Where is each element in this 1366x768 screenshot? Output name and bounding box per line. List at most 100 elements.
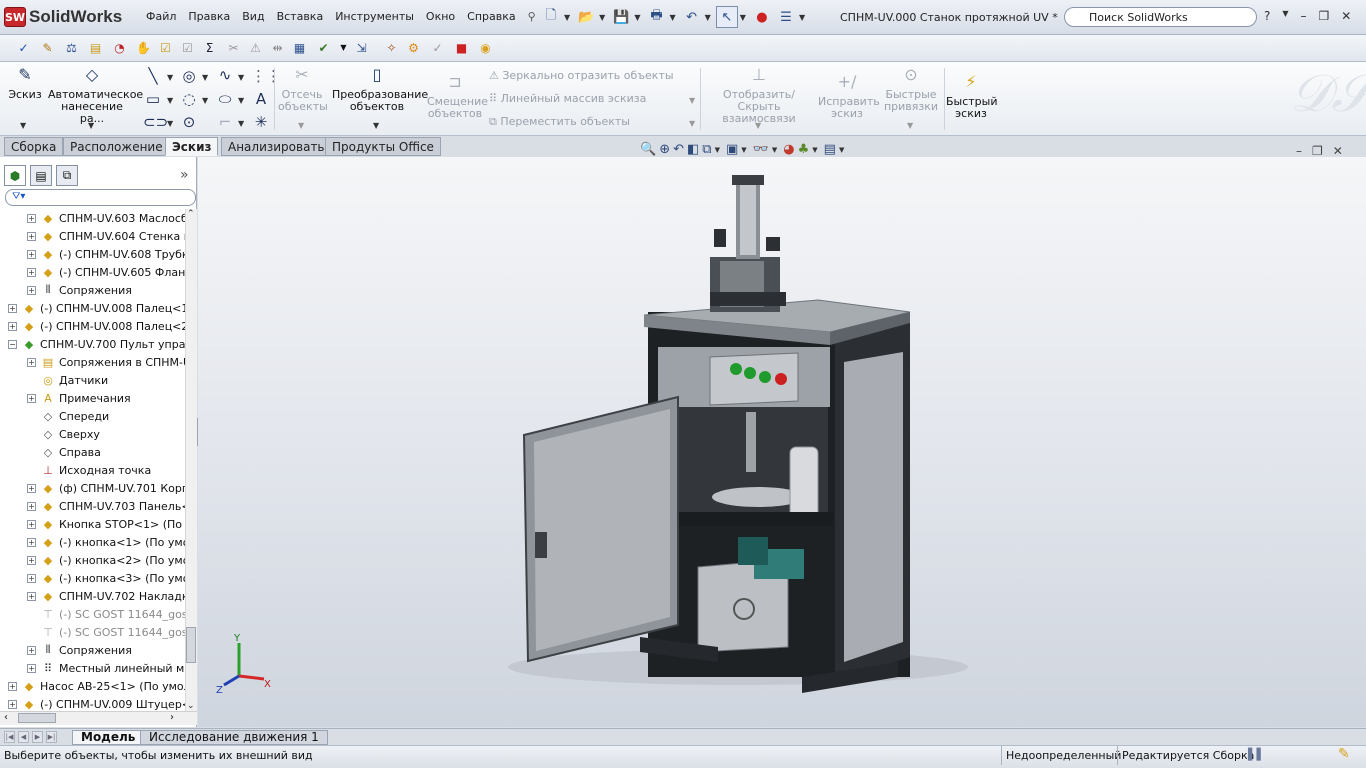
menu-help[interactable]: Справка — [461, 10, 521, 23]
color-squares-icon[interactable]: ■ — [452, 38, 471, 57]
checkbox-grey-icon[interactable]: ☑ — [178, 38, 197, 57]
tree-node[interactable]: + ⫴ Сопряжения — [27, 281, 132, 299]
table-icon[interactable]: ▦ — [290, 38, 309, 57]
line-icon[interactable]: ╲ — [143, 67, 163, 85]
folder-open-icon[interactable]: ▤ — [86, 38, 105, 57]
spline-icon[interactable]: ∿ — [215, 66, 235, 84]
move-entities-button[interactable]: ⧉ Переместить объекты — [489, 115, 630, 129]
tree-node[interactable]: + ◆ СПНМ-UV.603 Маслосбо — [27, 209, 185, 227]
tree-node[interactable]: + ◆ (-) СПНМ-UV.608 Трубк — [27, 245, 185, 263]
feature-manager-tab-icon[interactable]: ⬢ — [4, 165, 26, 186]
save-icon[interactable]: 💾 — [610, 6, 632, 28]
tree-node[interactable]: + ◆ Кнопка STOP<1> (По ум — [27, 515, 185, 533]
section-view-icon[interactable]: ◧ — [687, 142, 699, 157]
convert-entities-button[interactable]: ▯ Преобразование объектов — [332, 67, 428, 113]
move-dropdown[interactable]: ▼ — [689, 119, 695, 128]
expand-icon[interactable]: + — [27, 663, 36, 673]
mirror-entities-button[interactable]: ⚠ Зеркально отразить объекты — [489, 69, 674, 82]
pattern-dropdown[interactable]: ▼ — [689, 96, 695, 105]
expand-icon[interactable]: + — [27, 519, 36, 529]
tree-node[interactable]: + ⠿ Местный линейный мас — [27, 659, 185, 677]
hide-show-dropdown[interactable]: ▼ — [772, 146, 777, 154]
expand-icon[interactable]: + — [27, 249, 36, 259]
apply-scene-icon[interactable]: ♣ — [798, 142, 810, 157]
ellipse-icon[interactable]: ⬭ — [215, 90, 235, 108]
save-dropdown[interactable]: ▼ — [634, 13, 640, 22]
menu-view[interactable]: Вид — [236, 10, 270, 23]
expand-icon[interactable]: + — [27, 573, 36, 583]
doc-minimize-icon[interactable]: – — [1296, 144, 1302, 158]
tree-node[interactable]: + ⫴ Сопряжения — [27, 641, 132, 659]
pencil-tool-icon[interactable]: ✎ — [38, 38, 57, 57]
expand-icon[interactable]: + — [8, 303, 17, 313]
scroll-down-icon[interactable]: ⌄ — [187, 701, 195, 711]
edit-appearance-icon[interactable]: ◕ — [783, 142, 794, 157]
sketch-button[interactable]: ✎ Эскиз — [6, 67, 44, 101]
print-icon[interactable]: 🖶 — [645, 6, 667, 28]
linear-pattern-button[interactable]: ⠿ Линейный массив эскиза — [489, 92, 646, 105]
close-icon[interactable]: ✕ — [1341, 9, 1351, 23]
graphics-area[interactable]: Y X Z — [198, 157, 1366, 727]
tree-node[interactable]: + ◆ (-) СПНМ-UV.009 Штуцер<1 — [8, 695, 185, 711]
display-relations-button[interactable]: ⊥ Отобразить/Скрыть взаимосвязи — [704, 67, 814, 125]
fillet-dropdown[interactable]: ▼ — [238, 119, 244, 128]
tree-node[interactable]: ◇ Спереди — [27, 407, 109, 425]
tree-node[interactable]: + ◆ (-) кнопка<2> (По умол — [27, 551, 185, 569]
previous-view-icon[interactable]: ↶ — [673, 142, 684, 157]
menu-file[interactable]: Файл — [140, 10, 182, 23]
check-circle-icon[interactable]: ✓ — [428, 38, 447, 57]
view-settings-icon[interactable]: ▤ — [824, 142, 836, 157]
horizontal-scroll-thumb[interactable] — [18, 713, 56, 723]
view-settings-dropdown[interactable]: ▼ — [839, 146, 844, 154]
polygon-icon[interactable]: ⊙ — [179, 113, 199, 131]
options-icon[interactable]: ☰ — [775, 6, 797, 28]
tree-node[interactable]: + ◆ СПНМ-UV.702 Накладка — [27, 587, 185, 605]
tree-node[interactable]: + ◆ (ф) СПНМ-UV.701 Корпу — [27, 479, 185, 497]
tab-evaluate[interactable]: Анализировать — [221, 137, 332, 156]
pin-icon[interactable]: ⚲ — [522, 10, 542, 23]
open-folder-icon[interactable]: 📂 — [575, 6, 597, 28]
quick-snaps-button[interactable]: ⊙ Быстрые привязки — [882, 67, 940, 113]
slot-dropdown[interactable]: ▼ — [167, 119, 173, 128]
tree-node[interactable]: + ◆ СПНМ-UV.703 Панель< — [27, 497, 185, 515]
zoom-to-area-icon[interactable]: ⊕ — [659, 142, 670, 157]
rectangle-dropdown[interactable]: ▼ — [167, 96, 173, 105]
trim-dropdown[interactable]: ▼ — [298, 121, 304, 130]
tab-office-products[interactable]: Продукты Office — [325, 137, 441, 156]
expand-icon[interactable]: + — [27, 231, 36, 241]
tree-node[interactable]: − ◆ СПНМ-UV.700 Пульт управ — [8, 335, 185, 353]
configuration-manager-tab-icon[interactable]: ⧉ — [56, 165, 78, 186]
tree-node[interactable]: + ◆ (-) СПНМ-UV.008 Палец<1> — [8, 299, 185, 317]
property-manager-tab-icon[interactable]: ▤ — [30, 165, 52, 186]
cubes-icon[interactable]: ✧ — [382, 38, 401, 57]
expand-icon[interactable]: + — [8, 699, 17, 709]
new-dropdown[interactable]: ▼ — [564, 13, 570, 22]
tree-node[interactable]: ◇ Сверху — [27, 425, 100, 443]
gears-icon[interactable]: ⚙ — [404, 38, 423, 57]
snaps-dropdown[interactable]: ▼ — [907, 121, 913, 130]
sketch-dropdown[interactable]: ▼ — [20, 121, 26, 130]
app-logo[interactable]: SW SolidWorks — [4, 6, 122, 28]
hand-icon[interactable]: ✋ — [134, 38, 153, 57]
tab-assembly[interactable]: Сборка — [4, 137, 64, 156]
tools-icon[interactable]: ✂ — [224, 38, 243, 57]
smart-dimension-button[interactable]: ◇ Автоматическое нанесение ра... — [48, 67, 143, 125]
repair-sketch-button[interactable]: +/ Исправить эскиз — [818, 74, 880, 120]
last-tab-icon[interactable]: ▶| — [46, 731, 57, 743]
expand-icon[interactable]: + — [27, 645, 36, 655]
spell-check-icon[interactable]: ✓ — [14, 38, 33, 57]
assembly-model[interactable] — [198, 157, 1366, 727]
rapid-sketch-button[interactable]: ⚡ Быстрый эскиз — [946, 74, 998, 120]
tree-node[interactable]: + A Примечания — [27, 389, 131, 407]
expand-icon[interactable]: + — [27, 501, 36, 511]
display-style-icon[interactable]: ▣ — [726, 142, 738, 157]
expand-icon[interactable]: + — [27, 555, 36, 565]
tree-scroll-thumb[interactable] — [186, 627, 196, 663]
next-tab-icon[interactable]: ▶ — [32, 731, 43, 743]
circle-dropdown[interactable]: ▼ — [202, 73, 208, 82]
export-icon[interactable]: ⇲ — [352, 38, 371, 57]
rebuild-status-icon[interactable]: ✎ — [1338, 746, 1350, 762]
doc-restore-icon[interactable]: ❐ — [1312, 144, 1323, 158]
scroll-up-icon[interactable]: ⌃ — [187, 209, 195, 219]
globe-icon[interactable]: ◉ — [476, 38, 495, 57]
